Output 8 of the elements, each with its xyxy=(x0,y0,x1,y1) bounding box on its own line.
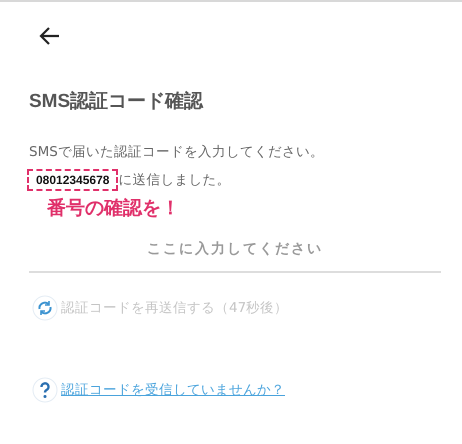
help-icon xyxy=(32,377,58,403)
page-title: SMS認証コード確認 xyxy=(29,90,204,114)
annotation-text: 番号の確認を！ xyxy=(47,196,181,221)
phone-number: 08012345678 xyxy=(27,169,118,191)
instruction-text: SMSで届いた認証コードを入力してください。 xyxy=(29,143,325,161)
refresh-icon xyxy=(32,295,58,321)
help-link[interactable]: 認証コードを受信していませんか？ xyxy=(61,381,285,399)
sent-message: に送信しました。 xyxy=(118,171,230,189)
